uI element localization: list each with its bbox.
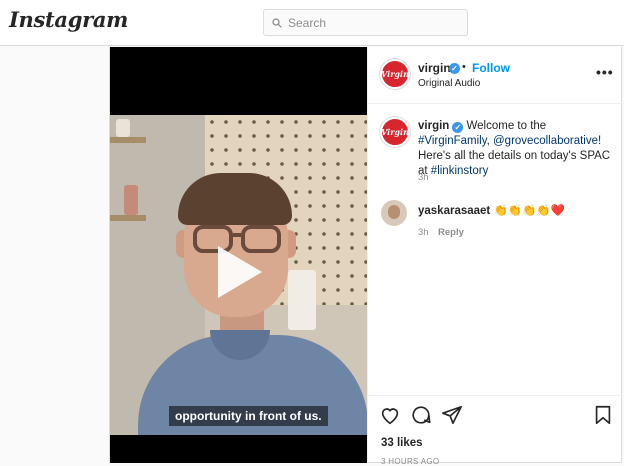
avatar[interactable]: Virgin bbox=[380, 117, 410, 147]
hashtag-link[interactable]: #VirginFamily bbox=[418, 135, 487, 147]
mention-link[interactable]: @grovecollaborative bbox=[493, 135, 598, 147]
caption-timestamp[interactable]: 3h bbox=[418, 172, 429, 183]
video-player[interactable]: opportunity in front of us. bbox=[110, 47, 367, 463]
reply-button[interactable]: Reply bbox=[438, 227, 464, 238]
video-subtitle: opportunity in front of us. bbox=[169, 406, 328, 426]
verified-icon: ✓ bbox=[449, 63, 460, 74]
bookmark-icon[interactable] bbox=[592, 404, 614, 426]
caption-author[interactable]: virgin bbox=[418, 120, 449, 132]
separator-dot: • bbox=[462, 61, 466, 73]
audio-label[interactable]: Original Audio bbox=[418, 78, 480, 89]
post-caption: virgin ✓ Welcome to the #VirginFamily, @g… bbox=[418, 119, 613, 179]
more-icon[interactable]: ••• bbox=[596, 64, 614, 80]
play-icon[interactable] bbox=[218, 246, 262, 298]
jar bbox=[116, 119, 130, 137]
likes-count[interactable]: 33 likes bbox=[381, 437, 423, 449]
heart-icon[interactable] bbox=[379, 404, 401, 426]
post-time[interactable]: 3 HOURS AGO bbox=[381, 457, 439, 466]
post-sidebar: Virgin virgin ✓ • Follow Original Audio … bbox=[367, 47, 624, 466]
shelf bbox=[110, 215, 146, 221]
action-bar: 33 likes 3 HOURS AGO bbox=[368, 395, 624, 466]
avatar[interactable]: Virgin bbox=[380, 59, 410, 89]
post-header: Virgin virgin ✓ • Follow Original Audio … bbox=[368, 47, 624, 104]
person-hair bbox=[178, 173, 292, 225]
comment-icon[interactable] bbox=[410, 404, 432, 426]
avatar-logo: Virgin bbox=[381, 69, 409, 79]
post-author[interactable]: virgin bbox=[418, 61, 451, 75]
shelf bbox=[110, 137, 146, 143]
commenter-avatar[interactable] bbox=[381, 200, 407, 226]
comment-text: 👏👏👏👏❤️ bbox=[490, 205, 566, 217]
post-modal: opportunity in front of us. Virgin virgi… bbox=[109, 47, 624, 466]
search-icon bbox=[272, 17, 282, 28]
avatar-logo: Virgin bbox=[381, 127, 409, 137]
top-bar: Instagram bbox=[0, 0, 624, 46]
search-box[interactable] bbox=[263, 9, 468, 36]
caption-text: Welcome to the bbox=[463, 120, 547, 132]
comment: yaskarasaaet 👏👏👏👏❤️ bbox=[418, 203, 565, 217]
commenter-username[interactable]: yaskarasaaet bbox=[418, 205, 490, 217]
hashtag-link[interactable]: #linkinstory bbox=[431, 165, 489, 177]
comment-timestamp[interactable]: 3h bbox=[418, 227, 429, 238]
glasses-bridge bbox=[233, 233, 241, 237]
search-input[interactable] bbox=[288, 15, 448, 30]
paper-roll bbox=[288, 270, 316, 330]
follow-button[interactable]: Follow bbox=[472, 61, 510, 75]
vase bbox=[124, 185, 138, 215]
verified-icon: ✓ bbox=[452, 122, 464, 133]
instagram-logo[interactable]: Instagram bbox=[9, 7, 128, 32]
share-icon[interactable] bbox=[441, 404, 463, 426]
